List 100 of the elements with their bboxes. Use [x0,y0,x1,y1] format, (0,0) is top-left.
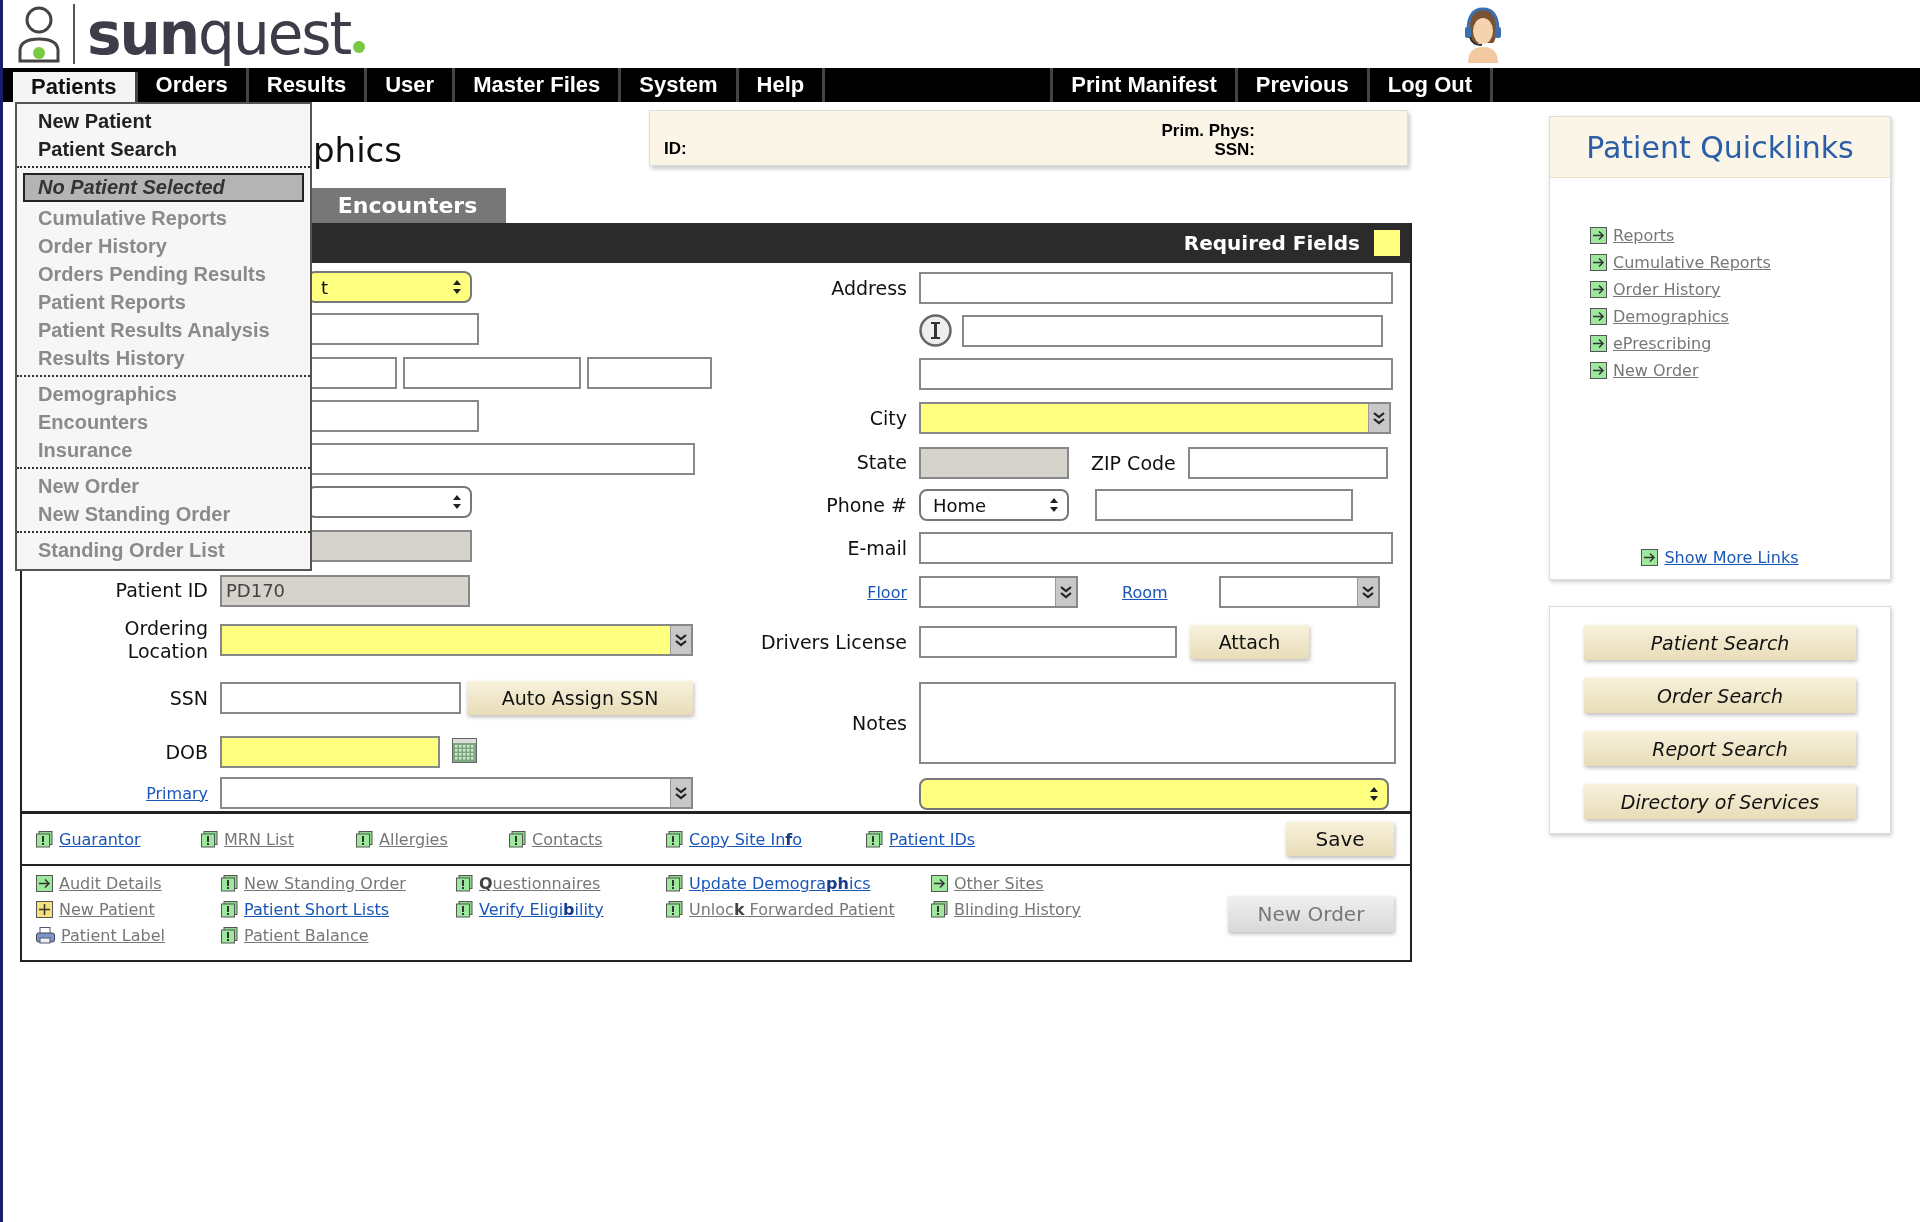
alert-icon [456,875,473,892]
action-link[interactable]: Patient Label [61,926,165,945]
quick-link[interactable]: Order History [1613,280,1721,299]
nav-tab[interactable]: Patients [13,72,138,102]
field-label: Drivers License [759,630,908,654]
action-link[interactable]: New Standing Order [244,874,406,893]
alert-icon [666,901,683,918]
field-label: SSN [168,686,209,710]
nav-tab[interactable]: Print Manifest [1053,68,1238,102]
nav-tab[interactable]: User [367,68,456,102]
required-swatch [1374,230,1400,256]
dropdown-field[interactable] [1218,576,1380,608]
text-field[interactable] [919,532,1393,564]
notes-field[interactable] [919,682,1396,764]
nav-tab[interactable]: Help [738,68,826,102]
text-field[interactable] [962,314,1383,347]
chevron-down-icon [1360,584,1375,600]
search-button[interactable]: Order Search [1584,678,1856,713]
alert-icon [221,927,238,944]
action-link[interactable]: MRN List [224,829,294,849]
action-link[interactable]: Allergies [379,829,448,849]
form-button[interactable]: Attach [1190,625,1309,659]
text-field[interactable] [1187,446,1388,479]
text-field[interactable] [403,356,581,389]
dropdown-field[interactable] [220,624,693,656]
action-link[interactable]: Unlock Forwarded Patient [689,900,895,919]
text-field[interactable] [919,357,1393,390]
logo-dot-icon [352,40,367,54]
form-tab[interactable]: Encounters [309,188,506,223]
quick-link[interactable]: Reports [1613,226,1675,245]
nav-tab[interactable]: Previous [1237,68,1370,102]
info-icon[interactable] [919,314,952,347]
search-button[interactable]: Patient Search [1584,625,1856,660]
quick-link[interactable]: Demographics [1613,307,1729,326]
arrow-icon [1590,254,1607,271]
action-link[interactable]: Blinding History [954,900,1081,919]
arrow-icon [1641,549,1659,566]
arrow-icon [1590,281,1607,298]
form-button[interactable]: Auto Assign SSN [467,681,693,715]
nav-tab[interactable]: System [621,68,739,102]
search-button[interactable]: Directory of Services [1584,784,1856,819]
action-link[interactable]: Questionnaires [479,874,601,893]
field-label: ZIP Code [1091,451,1176,474]
action-link[interactable]: Other Sites [954,874,1044,893]
alert-icon [666,830,683,848]
show-more-link[interactable]: Show More Links [1664,548,1799,567]
page-title: phics [313,130,402,170]
quick-link[interactable]: Cumulative Reports [1613,253,1771,272]
text-field[interactable] [919,626,1177,658]
action-link[interactable]: Guarantor [59,829,141,849]
field-link[interactable]: Primary [146,783,208,803]
quick-link[interactable]: New Order [1613,361,1699,380]
chevron-down-icon [1059,584,1073,600]
readonly-field[interactable]: PD170 [220,574,470,607]
alert-icon [221,875,238,892]
dropdown-field[interactable] [919,576,1078,608]
arrow-icon [931,875,948,892]
field-label: E-mail [846,536,908,560]
action-link[interactable]: New Patient [59,900,155,919]
text-field[interactable] [220,736,440,768]
action-link[interactable]: Verify Eligibility [479,900,604,919]
nav-tab[interactable]: Master Files [455,68,622,102]
search-button[interactable]: Report Search [1584,731,1856,766]
action-link[interactable]: Patient Balance [244,926,369,945]
nav-tab[interactable]: Log Out [1369,68,1493,102]
menu-item[interactable]: New Patient [17,107,310,135]
field-label: Phone # [825,493,908,517]
readonly-field[interactable] [919,446,1069,479]
alert-icon [36,830,53,848]
dropdown-field[interactable] [220,777,693,809]
action-link[interactable]: Patient Short Lists [244,900,390,919]
dropdown-field[interactable] [919,402,1391,434]
field-label: DOB [164,740,209,764]
text-field[interactable] [1095,489,1353,521]
text-field[interactable] [919,272,1393,304]
action-link[interactable]: Audit Details [59,874,162,893]
quick-link[interactable]: ePrescribing [1613,334,1712,353]
menu-item[interactable]: Patient Search [17,135,310,163]
field-link[interactable]: Room [1122,582,1168,602]
field-link[interactable]: Floor [867,582,907,602]
arrow-icon [1590,227,1607,244]
arrow-icon [1590,308,1607,325]
action-link[interactable]: Contacts [532,829,603,849]
updown-icon [1369,785,1379,802]
text-field[interactable] [587,356,712,389]
printer-icon [36,927,55,944]
chevron-down-icon [1372,410,1386,426]
text-field[interactable] [220,682,461,714]
alert-icon [356,830,373,848]
alert-icon [509,830,526,848]
select-field[interactable]: Home [919,489,1069,521]
save-button[interactable]: Save [1286,822,1394,856]
action-link[interactable]: Copy Site Info [689,829,803,849]
action-link[interactable]: Patient IDs [889,829,976,849]
calendar-icon[interactable] [452,738,477,763]
info-label: ID: [664,139,687,159]
legend-label: Required Fields [1183,231,1360,255]
action-link[interactable]: Update Demographics [689,874,871,893]
info-label: SSN: [1213,140,1255,159]
select-field[interactable] [919,777,1389,810]
